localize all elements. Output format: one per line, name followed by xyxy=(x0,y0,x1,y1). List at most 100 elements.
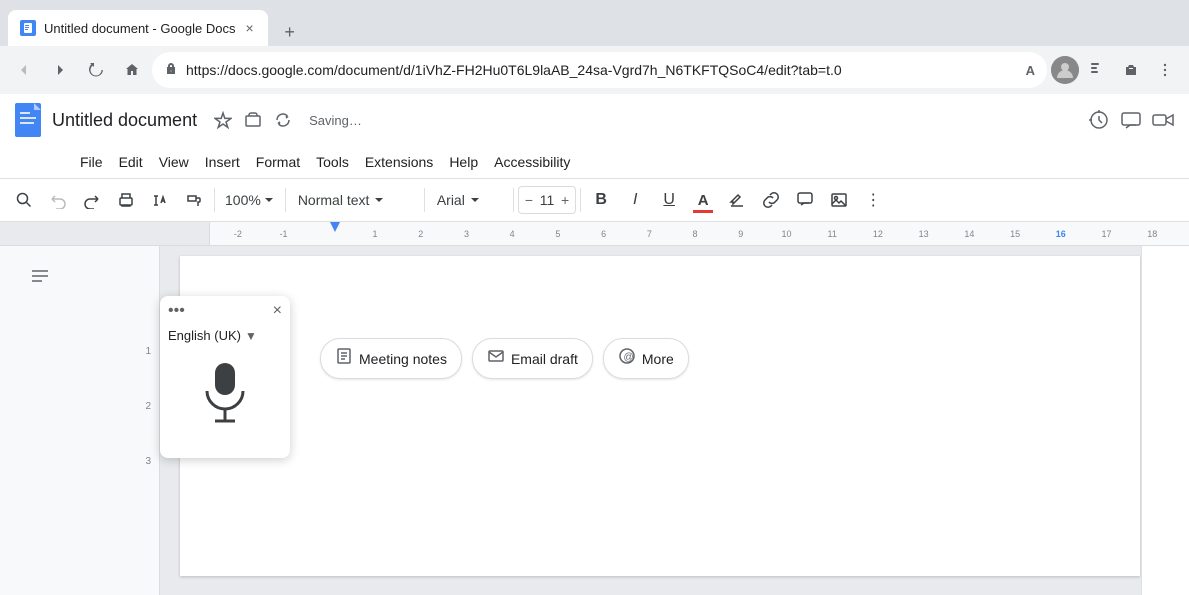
insert-comment-button[interactable] xyxy=(789,184,821,216)
zoom-selector[interactable]: 100% xyxy=(219,190,281,210)
back-button[interactable] xyxy=(8,54,40,86)
docs-header: Untitled document Saving… xyxy=(0,94,1189,146)
ruler-mark: 2 xyxy=(398,229,444,239)
microphone-button[interactable] xyxy=(199,361,251,438)
tab-title: Untitled document - Google Docs xyxy=(44,21,235,36)
voice-popup-close-button[interactable]: × xyxy=(273,303,282,319)
menu-extensions[interactable]: Extensions xyxy=(357,150,441,174)
video-call-button[interactable] xyxy=(1149,106,1177,134)
address-bar[interactable]: https://docs.google.com/document/d/1iVhZ… xyxy=(152,52,1047,88)
ruler-mark: 11 xyxy=(809,229,855,239)
browser-tab[interactable]: Untitled document - Google Docs × xyxy=(8,10,268,46)
decrease-font-size-button[interactable]: − xyxy=(523,192,535,208)
redo-button[interactable] xyxy=(76,184,108,216)
menu-view[interactable]: View xyxy=(151,150,197,174)
print-button[interactable] xyxy=(110,184,142,216)
tab-close-btn[interactable]: × xyxy=(243,18,255,38)
voice-language-arrow-icon: ▼ xyxy=(245,329,257,343)
refresh-button[interactable] xyxy=(80,54,112,86)
font-selector[interactable]: Arial xyxy=(429,190,509,210)
meeting-notes-chip[interactable]: Meeting notes xyxy=(320,338,462,379)
voice-popup-header: ••• × xyxy=(160,296,290,326)
doc-content[interactable]: Meeting notes Email draft @ xyxy=(180,256,1140,419)
ruler-mark: 6 xyxy=(581,229,627,239)
more-chip-label: More xyxy=(642,351,674,367)
new-tab-button[interactable]: + xyxy=(276,18,304,46)
text-color-button[interactable]: A xyxy=(687,184,719,216)
menu-insert[interactable]: Insert xyxy=(197,150,248,174)
left-ruler: 1 2 3 xyxy=(80,246,160,595)
bookmarks-button[interactable] xyxy=(1081,54,1113,86)
font-size-value[interactable]: 11 xyxy=(535,192,559,208)
ruler-mark: 12 xyxy=(855,229,901,239)
drive-button[interactable] xyxy=(239,106,267,134)
bold-button[interactable]: B xyxy=(585,184,617,216)
ruler-num: 3 xyxy=(145,456,151,511)
ruler-mark: 9 xyxy=(718,229,764,239)
history-button[interactable] xyxy=(1085,106,1113,134)
ruler-mark: 1 xyxy=(352,229,398,239)
highlight-button[interactable] xyxy=(721,184,753,216)
toolbar: 100% Normal text Arial − 11 + B I U xyxy=(0,178,1189,222)
toolbar-divider-4 xyxy=(513,188,514,212)
lock-icon xyxy=(164,62,178,79)
doc-page[interactable]: Meeting notes Email draft @ xyxy=(180,256,1140,576)
text-color-underline xyxy=(693,210,713,213)
suggestion-chips: Meeting notes Email draft @ xyxy=(320,338,1060,379)
star-button[interactable] xyxy=(209,106,237,134)
right-sidebar xyxy=(1141,246,1189,595)
style-selector[interactable]: Normal text xyxy=(290,190,420,210)
italic-label: I xyxy=(633,191,637,209)
email-draft-chip[interactable]: Email draft xyxy=(472,338,593,379)
docs-logo xyxy=(12,100,44,140)
italic-button[interactable]: I xyxy=(619,184,651,216)
comments-button[interactable] xyxy=(1117,106,1145,134)
insert-image-button[interactable] xyxy=(823,184,855,216)
outline-toggle-button[interactable] xyxy=(20,256,60,296)
doc-title[interactable]: Untitled document xyxy=(52,110,197,131)
toolbar-divider-3 xyxy=(424,188,425,212)
spellcheck-button[interactable] xyxy=(144,184,176,216)
browser-menu-button[interactable] xyxy=(1149,54,1181,86)
undo-button[interactable] xyxy=(42,184,74,216)
ruler-mark: 8 xyxy=(672,229,718,239)
paintformat-button[interactable] xyxy=(178,184,210,216)
ruler: -2 -1 1 2 3 4 5 6 7 8 9 10 11 12 13 14 xyxy=(0,222,1189,246)
ruler-mark: 5 xyxy=(535,229,581,239)
ruler-marker[interactable] xyxy=(330,222,340,232)
toolbar-divider-5 xyxy=(580,188,581,212)
ruler-mark: 15 xyxy=(992,229,1038,239)
voice-language-selector[interactable]: English (UK) ▼ xyxy=(160,326,290,351)
tab-favicon xyxy=(20,20,36,36)
more-chip[interactable]: @ More xyxy=(603,338,689,379)
menu-tools[interactable]: Tools xyxy=(308,150,357,174)
underline-button[interactable]: U xyxy=(653,184,685,216)
sync-button[interactable] xyxy=(269,106,297,134)
translate-icon[interactable]: A xyxy=(1026,63,1035,78)
more-toolbar-button[interactable]: ⋮ xyxy=(857,184,889,216)
link-button[interactable] xyxy=(755,184,787,216)
saving-status: Saving… xyxy=(309,113,362,128)
text-color-label: A xyxy=(698,192,709,209)
menu-accessibility[interactable]: Accessibility xyxy=(486,150,578,174)
ruler-mark: 3 xyxy=(444,229,490,239)
voice-language-label: English (UK) xyxy=(168,328,241,343)
extensions-button[interactable] xyxy=(1115,54,1147,86)
menu-edit[interactable]: Edit xyxy=(111,150,151,174)
doc-canvas-area: 1 2 3 xyxy=(80,246,1141,595)
menu-format[interactable]: Format xyxy=(248,150,308,174)
header-right xyxy=(1085,106,1177,134)
forward-button[interactable] xyxy=(44,54,76,86)
email-draft-chip-icon xyxy=(487,347,505,370)
voice-mic-area xyxy=(160,351,290,458)
voice-popup-menu-button[interactable]: ••• xyxy=(168,302,185,320)
search-toolbar-button[interactable] xyxy=(8,184,40,216)
ruler-mark: -2 xyxy=(215,229,261,239)
user-avatar[interactable] xyxy=(1051,56,1079,84)
home-button[interactable] xyxy=(116,54,148,86)
menu-file[interactable]: File xyxy=(72,150,111,174)
ruler-mark: 13 xyxy=(901,229,947,239)
content-area: 1 2 3 xyxy=(0,246,1189,595)
menu-help[interactable]: Help xyxy=(441,150,486,174)
increase-font-size-button[interactable]: + xyxy=(559,192,571,208)
